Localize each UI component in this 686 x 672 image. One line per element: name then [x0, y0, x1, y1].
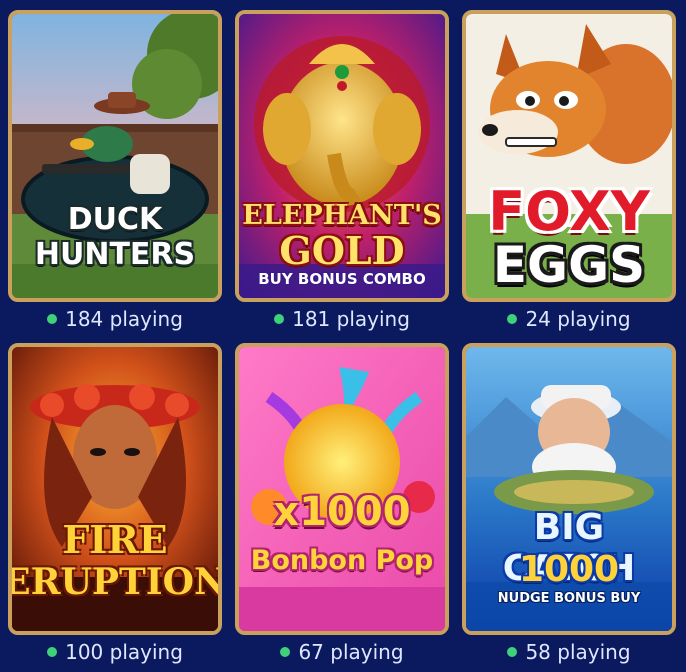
game-title-line-1: ELEPHANT'S: [242, 200, 442, 231]
game-card-fire-eruption[interactable]: FIRE ERUPTION: [8, 343, 222, 635]
game-grid: DUCK HUNTERS ELEPHANT'S GOLD BUY BONUS C…: [0, 0, 686, 672]
online-dot-icon: [280, 646, 291, 657]
player-count-label: 100 playing: [65, 640, 183, 664]
player-count-label: 181 playing: [292, 307, 410, 331]
game-multiplier: x1000: [273, 489, 411, 535]
player-count: 58 playing: [462, 639, 676, 665]
player-count: 184 playing: [8, 306, 222, 332]
online-dot-icon: [507, 646, 518, 657]
player-count-label: 58 playing: [525, 640, 631, 664]
player-count: 100 playing: [8, 639, 222, 665]
game-title-line-2: GOLD: [279, 228, 405, 273]
player-count: 24 playing: [462, 306, 676, 332]
game-card-foxy-eggs[interactable]: FOXY EGGS: [462, 10, 676, 302]
online-dot-icon: [47, 646, 58, 657]
player-count-label: 184 playing: [65, 307, 183, 331]
game-title: DUCK HUNTERS: [34, 202, 196, 272]
game-subtitle: BUY BONUS COMBO: [258, 270, 426, 288]
game-subtitle: NUDGE BONUS BUY: [497, 591, 641, 606]
player-count-label: 24 playing: [525, 307, 631, 331]
online-dot-icon: [47, 313, 58, 324]
player-count: 181 playing: [235, 306, 449, 332]
game-card-bonbon-pop[interactable]: x1000 Bonbon Pop: [235, 343, 449, 635]
game-title-line-1: FOXY: [488, 180, 650, 243]
game-title-line-2: ERUPTION: [8, 561, 222, 603]
game-title-line-2: 1000: [518, 549, 620, 590]
game-title: Bonbon Pop: [250, 545, 434, 576]
game-card-duck-hunters[interactable]: DUCK HUNTERS: [8, 10, 222, 302]
game-title-line-2: EGGS: [492, 236, 646, 294]
game-title-line-1: FIRE: [62, 517, 168, 562]
player-count: 67 playing: [235, 639, 449, 665]
game-card-big-catch-1000[interactable]: BIG CATCH 1000 NUDGE BONUS BUY: [462, 343, 676, 635]
player-count-label: 67 playing: [298, 640, 404, 664]
game-card-elephants-gold[interactable]: ELEPHANT'S GOLD BUY BONUS COMBO: [235, 10, 449, 302]
online-dot-icon: [274, 313, 285, 324]
online-dot-icon: [507, 313, 518, 324]
